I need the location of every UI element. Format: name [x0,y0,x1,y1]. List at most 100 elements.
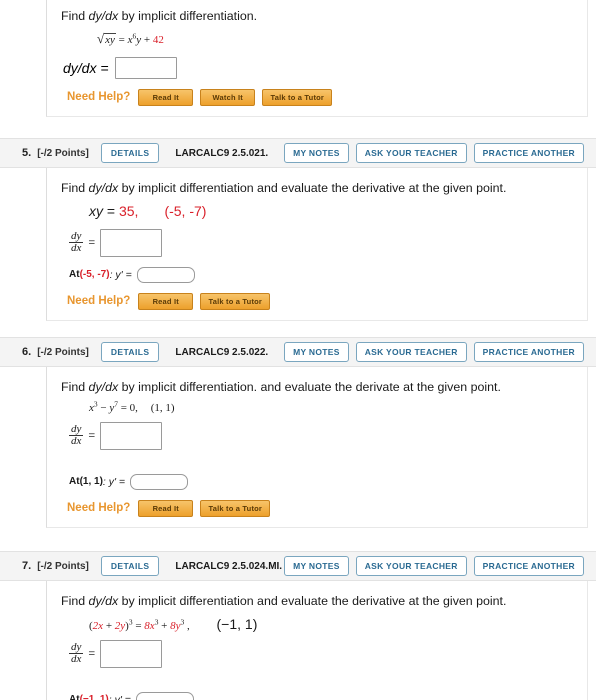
at-value-input-6[interactable] [130,473,189,490]
question-code-6: LARCALC9 2.5.022. [175,346,269,358]
at-suffix: : y' = [109,268,132,281]
answer-row-4: dy/dx = [63,56,573,79]
read-it-button[interactable]: Read It [138,499,194,517]
at-value-input-5[interactable] [136,266,195,283]
need-help-5: Need Help? Read It Talk to a Tutor [61,292,573,310]
read-it-button[interactable]: Read It [138,292,194,310]
eq-tail: = 0, [117,401,138,414]
equals-sign: = [88,235,96,250]
talk-to-a-tutor-button[interactable]: Talk to a Tutor [200,499,271,517]
at-point: (−1, 1) [79,694,109,700]
at-point: (-5, -7) [79,269,110,281]
question-prompt-4: Find dy/dx by implicit differentiation. [61,8,573,25]
prompt-prefix: Find [61,9,89,23]
my-notes-button-6[interactable]: MY NOTES [284,342,349,362]
question-header-6: 6. [-/2 Points] DETAILS LARCALC9 2.5.022… [0,337,596,367]
question-header-7: 7. [-/2 Points] DETAILS LARCALC9 2.5.024… [0,551,596,581]
prompt-suffix: by implicit differentiation and evaluate… [118,594,507,608]
question-points-7: [-/2 Points] [37,560,89,572]
ask-your-teacher-button-5[interactable]: ASK YOUR TEACHER [355,143,467,163]
need-help-4: Need Help? Read It Watch It Talk to a Tu… [61,88,573,106]
equation-5: xy = 35, (-5, -7) [89,203,573,221]
fraction-denominator: dx [69,653,84,666]
eq-point: (−1, 1) [216,615,258,632]
read-it-button[interactable]: Read It [138,88,194,106]
sqrt-radicand: xy [104,32,116,46]
talk-to-a-tutor-button[interactable]: Talk to a Tutor [200,292,271,310]
at-suffix: : y' = [108,693,131,700]
ask-your-teacher-button-6[interactable]: ASK YOUR TEACHER [355,342,467,362]
fraction-denominator: dx [69,435,84,448]
header-actions-7: MY NOTES ASK YOUR TEACHER PRACTICE ANOTH… [284,556,584,576]
rhs-plus: + [141,33,153,46]
dydx-fraction-5: dy dx [69,229,84,255]
question-points-5: [-/2 Points] [37,147,89,159]
fraction-numerator: dy [71,640,82,653]
eq-term-c: 8x [144,619,155,632]
equation-6: x3 − y7 = 0, (1, 1) [89,400,573,414]
details-button-6[interactable]: DETAILS [100,342,160,362]
ask-your-teacher-button-7[interactable]: ASK YOUR TEACHER [355,556,467,576]
header-actions-5: MY NOTES ASK YOUR TEACHER PRACTICE ANOTH… [284,143,584,163]
watch-it-button[interactable]: Watch It [200,88,256,106]
answer-input-6[interactable] [100,421,163,450]
header-actions-6: MY NOTES ASK YOUR TEACHER PRACTICE ANOTH… [284,342,584,362]
question-body-5: Find dy/dx by implicit differentiation a… [46,168,588,321]
at-label: At [69,476,80,488]
eq-term-d: 8y [170,619,181,632]
at-label: At [69,269,80,281]
details-button-5[interactable]: DETAILS [100,143,160,163]
question-card-6: 6. [-/2 Points] DETAILS LARCALC9 2.5.022… [0,337,596,528]
answer-row-5: dy dx = [69,228,573,257]
at-value-input-7[interactable] [135,691,194,700]
rhs-constant: 42 [152,33,164,46]
my-notes-button-7[interactable]: MY NOTES [284,556,349,576]
question-card-4: Find dy/dx by implicit differentiation. … [0,0,596,117]
eq-plus-2: + [158,619,171,632]
question-number-6: 6. [22,346,32,358]
practice-another-button-7[interactable]: PRACTICE ANOTHER [473,556,584,576]
answer-input-5[interactable] [100,228,163,257]
practice-another-button-5[interactable]: PRACTICE ANOTHER [473,143,584,163]
prompt-prefix: Find [61,181,89,195]
question-header-5: 5. [-/2 Points] DETAILS LARCALC9 2.5.021… [0,138,596,168]
equals-sign: = [88,428,96,443]
need-help-6: Need Help? Read It Talk to a Tutor [61,499,573,517]
prompt-suffix: by implicit differentiation. [118,9,258,23]
eq-comma: , [184,619,190,632]
at-point: (1, 1) [79,476,103,488]
at-point-row-7: At (−1, 1): y' = [69,691,573,700]
assignment-page: Find dy/dx by implicit differentiation. … [0,0,596,700]
details-button-7[interactable]: DETAILS [100,556,160,576]
equals-sign: = [118,33,128,46]
eq-minus: − [97,401,110,414]
eq-equals: = [132,619,145,632]
question-number-7: 7. [22,560,32,572]
eq-lhs: xy [89,202,103,219]
answer-row-7: dy dx = [69,639,573,668]
practice-another-button-6[interactable]: PRACTICE ANOTHER [473,342,584,362]
at-point-row-6: At (1, 1): y' = [69,473,573,490]
question-card-5: 5. [-/2 Points] DETAILS LARCALC9 2.5.021… [0,138,596,321]
talk-to-a-tutor-button[interactable]: Talk to a Tutor [262,88,333,106]
answer-input-7[interactable] [100,639,163,668]
equation-4: √xy = x6y + 42 [97,31,573,47]
prompt-dydx: dy/dx [88,181,119,195]
answer-input-4[interactable] [114,56,177,79]
sqrt-icon: √ [97,30,105,46]
question-number-5: 5. [22,147,32,159]
at-point-row-5: At (-5, -7): y' = [69,266,573,283]
question-points-6: [-/2 Points] [37,346,89,358]
question-card-7: 7. [-/2 Points] DETAILS LARCALC9 2.5.024… [0,551,596,700]
equals-sign: = [88,646,96,661]
question-prompt-5: Find dy/dx by implicit differentiation a… [61,180,573,197]
fraction-numerator: dy [71,422,82,435]
answer-row-6: dy dx = [69,421,573,450]
at-label: At [69,694,80,700]
my-notes-button-5[interactable]: MY NOTES [284,143,349,163]
eq-plus-1: + [103,619,115,632]
prompt-dydx: dy/dx [88,594,119,608]
prompt-prefix: Find [61,380,89,394]
question-prompt-7: Find dy/dx by implicit differentiation a… [61,593,573,610]
fraction-numerator: dy [71,229,82,242]
